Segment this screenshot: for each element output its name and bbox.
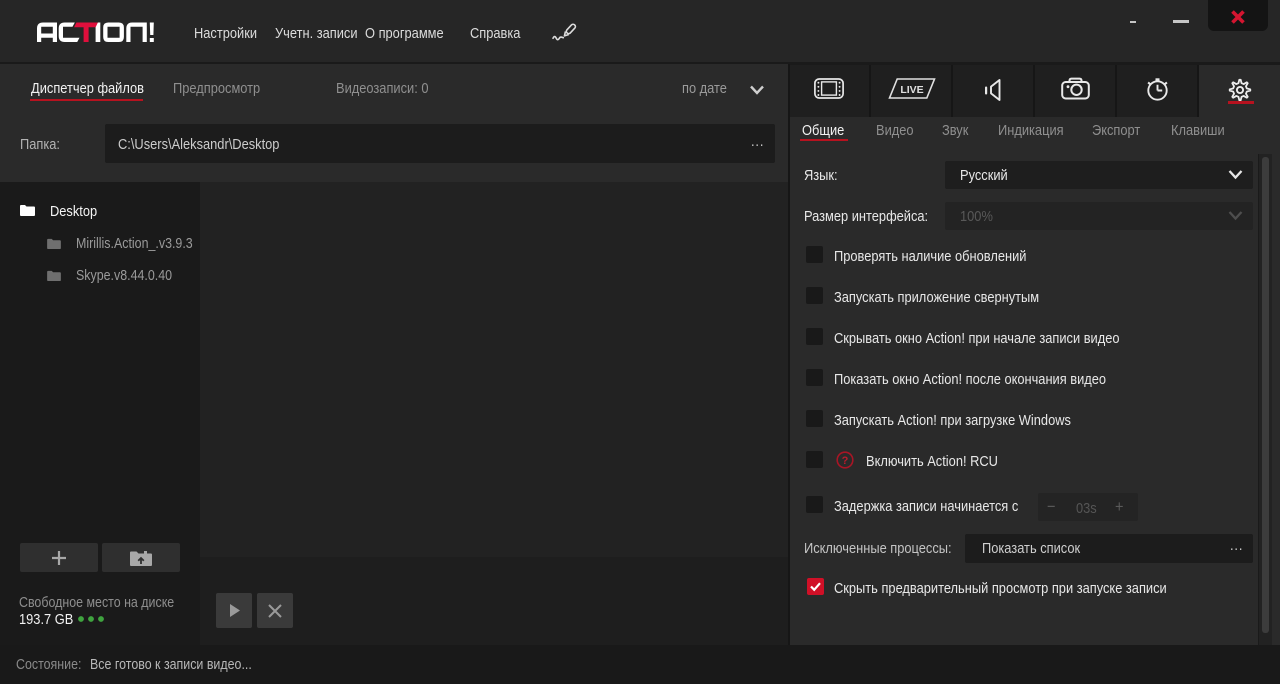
svg-text:LIVE: LIVE <box>900 84 923 96</box>
svg-text:?: ? <box>842 455 849 467</box>
